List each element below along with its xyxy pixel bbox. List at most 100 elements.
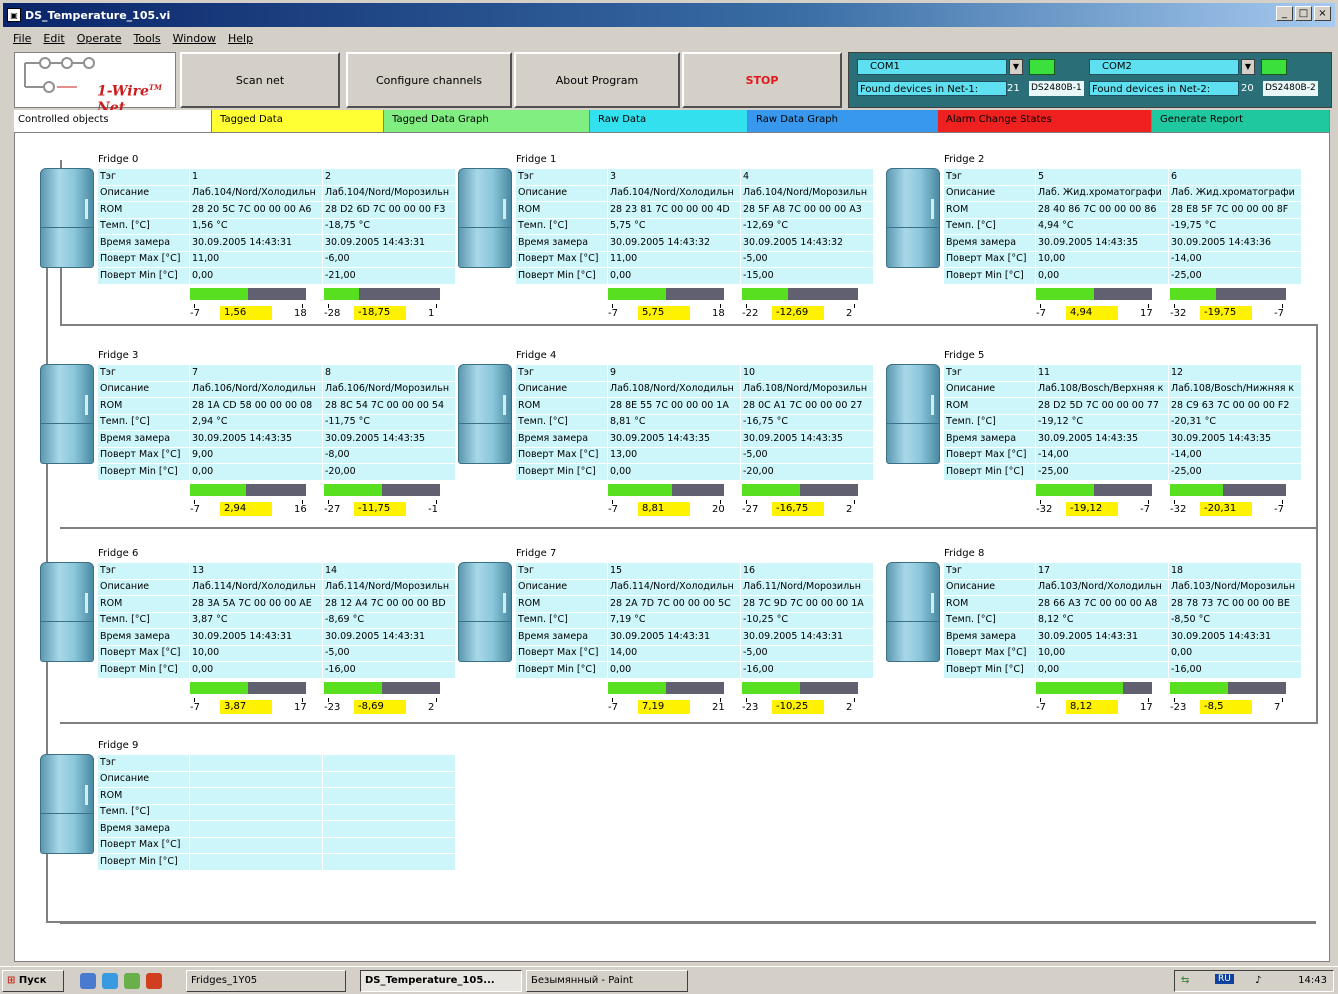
channel2-value[interactable]: Лаб.108/Bosch/Нижняя к xyxy=(1168,380,1302,398)
taskbar-item-ds-temperature[interactable]: DS_Temperature_105... xyxy=(360,970,522,992)
channel2-value[interactable]: 4 xyxy=(740,168,874,186)
channel1-value[interactable]: 0,00 xyxy=(1035,267,1169,285)
menu-operate[interactable]: Operate xyxy=(77,32,122,45)
channel1-value[interactable]: 7,19 °C xyxy=(607,611,741,629)
tray-volume-icon[interactable]: ♪ xyxy=(1255,975,1261,986)
channel1-value[interactable]: 28 66 A3 7C 00 00 00 A8 xyxy=(1035,595,1169,613)
channel1-value[interactable] xyxy=(189,820,323,838)
channel1-value[interactable]: 0,00 xyxy=(189,661,323,679)
channel1-value[interactable]: 10,00 xyxy=(1035,250,1169,268)
channel1-value[interactable] xyxy=(189,770,323,788)
menu-file[interactable]: File xyxy=(13,32,31,45)
channel2-value[interactable]: 28 12 A4 7C 00 00 00 BD xyxy=(322,595,456,613)
channel2-value[interactable]: -21,00 xyxy=(322,267,456,285)
channel1-value[interactable]: Лаб. Жид.хроматографи xyxy=(1035,184,1169,202)
channel2-value[interactable]: 28 0C A1 7C 00 00 00 27 xyxy=(740,397,874,415)
channel1-value[interactable]: 28 1A CD 58 00 00 00 08 xyxy=(189,397,323,415)
scan-net-button[interactable]: Scan net xyxy=(180,52,340,108)
tray-network-icon[interactable]: ⇆ xyxy=(1181,975,1189,986)
channel2-value[interactable]: 28 E8 5F 7C 00 00 00 8F xyxy=(1168,201,1302,219)
title-bar[interactable]: ▣ DS_Temperature_105.vi _ □ × xyxy=(3,3,1335,27)
channel1-value[interactable]: 2,94 °C xyxy=(189,413,323,431)
channel1-value[interactable]: 30.09.2005 14:43:32 xyxy=(607,234,741,252)
channel2-value[interactable]: 0,00 xyxy=(1168,644,1302,662)
channel2-value[interactable]: -5,00 xyxy=(740,446,874,464)
channel2-value[interactable]: Лаб.106/Nord/Морозильн xyxy=(322,380,456,398)
channel1-value[interactable]: 28 D2 5D 7C 00 00 00 77 xyxy=(1035,397,1169,415)
show-desktop-icon[interactable] xyxy=(80,973,96,989)
channel2-value[interactable]: -10,25 °C xyxy=(740,611,874,629)
channel1-value[interactable]: 30.09.2005 14:43:35 xyxy=(1035,234,1169,252)
configure-channels-button[interactable]: Configure channels xyxy=(346,52,512,108)
channel1-value[interactable]: 0,00 xyxy=(607,463,741,481)
channel2-value[interactable]: -14,00 xyxy=(1168,250,1302,268)
channel2-value[interactable]: -20,31 °C xyxy=(1168,413,1302,431)
channel2-value[interactable] xyxy=(322,787,456,805)
quicklaunch-icon[interactable] xyxy=(146,973,162,989)
channel2-value[interactable]: -18,75 °C xyxy=(322,217,456,235)
channel1-value[interactable]: 3,87 °C xyxy=(189,611,323,629)
channel2-value[interactable]: 30.09.2005 14:43:31 xyxy=(740,628,874,646)
channel1-value[interactable]: 0,00 xyxy=(607,661,741,679)
menu-window[interactable]: Window xyxy=(173,32,216,45)
tab-alarm-change-states[interactable]: Alarm Change States xyxy=(938,110,1152,132)
internet-explorer-icon[interactable] xyxy=(102,973,118,989)
channel2-value[interactable]: -16,00 xyxy=(322,661,456,679)
channel2-value[interactable]: Лаб. Жид.хроматографи xyxy=(1168,184,1302,202)
channel2-value[interactable]: -5,00 xyxy=(740,644,874,662)
channel2-value[interactable]: -25,00 xyxy=(1168,267,1302,285)
tab-raw-data[interactable]: Raw Data xyxy=(590,110,748,132)
start-button[interactable]: ⊞ Пуск xyxy=(2,970,64,992)
channel1-value[interactable]: 28 20 5C 7C 00 00 00 A6 xyxy=(189,201,323,219)
channel2-value[interactable]: -11,75 °C xyxy=(322,413,456,431)
channel1-value[interactable]: 4,94 °C xyxy=(1035,217,1169,235)
taskbar-item-paint[interactable]: Безымянный - Paint xyxy=(526,970,688,992)
channel1-value[interactable]: Лаб.108/Bosch/Верхняя к xyxy=(1035,380,1169,398)
channel1-value[interactable]: 5,75 °C xyxy=(607,217,741,235)
channel2-value[interactable]: 30.09.2005 14:43:35 xyxy=(740,430,874,448)
channel1-value[interactable]: -25,00 xyxy=(1035,463,1169,481)
channel2-value[interactable]: 12 xyxy=(1168,364,1302,382)
channel2-value[interactable]: Лаб.114/Nord/Морозильн xyxy=(322,578,456,596)
channel2-value[interactable]: -12,69 °C xyxy=(740,217,874,235)
channel1-value[interactable]: 13 xyxy=(189,562,323,580)
channel2-value[interactable]: 30.09.2005 14:43:35 xyxy=(322,430,456,448)
channel2-value[interactable] xyxy=(322,754,456,772)
channel1-value[interactable]: 0,00 xyxy=(189,267,323,285)
com2-dropdown-icon[interactable]: ▼ xyxy=(1241,59,1255,75)
channel2-value[interactable]: -5,00 xyxy=(322,644,456,662)
channel1-value[interactable]: Лаб.106/Nord/Холодильн xyxy=(189,380,323,398)
minimize-button[interactable]: _ xyxy=(1276,6,1293,21)
channel1-value[interactable]: 10,00 xyxy=(1035,644,1169,662)
channel1-value[interactable]: 14,00 xyxy=(607,644,741,662)
menu-edit[interactable]: Edit xyxy=(43,32,64,45)
channel1-value[interactable]: 28 23 81 7C 00 00 00 4D xyxy=(607,201,741,219)
channel1-value[interactable]: 9,00 xyxy=(189,446,323,464)
channel2-value[interactable]: -8,50 °C xyxy=(1168,611,1302,629)
about-program-button[interactable]: About Program xyxy=(514,52,680,108)
tab-raw-data-graph[interactable]: Raw Data Graph xyxy=(748,110,938,132)
channel1-value[interactable]: Лаб.108/Nord/Холодильн xyxy=(607,380,741,398)
channel2-value[interactable]: -5,00 xyxy=(740,250,874,268)
channel2-value[interactable] xyxy=(322,836,456,854)
channel1-value[interactable]: 13,00 xyxy=(607,446,741,464)
channel2-value[interactable]: -25,00 xyxy=(1168,463,1302,481)
channel2-value[interactable] xyxy=(322,853,456,871)
channel1-value[interactable]: Лаб.104/Nord/Холодильн xyxy=(189,184,323,202)
channel1-value[interactable]: 5 xyxy=(1035,168,1169,186)
channel2-value[interactable]: -15,00 xyxy=(740,267,874,285)
channel2-value[interactable]: 28 8C 54 7C 00 00 00 54 xyxy=(322,397,456,415)
channel2-value[interactable]: 28 5F A8 7C 00 00 00 A3 xyxy=(740,201,874,219)
channel2-value[interactable]: 2 xyxy=(322,168,456,186)
channel1-value[interactable]: 11,00 xyxy=(607,250,741,268)
channel1-value[interactable]: Лаб.114/Nord/Холодильн xyxy=(607,578,741,596)
channel2-value[interactable]: -8,00 xyxy=(322,446,456,464)
channel2-value[interactable]: -14,00 xyxy=(1168,446,1302,464)
channel2-value[interactable]: 28 78 73 7C 00 00 00 BE xyxy=(1168,595,1302,613)
channel1-value[interactable]: 30.09.2005 14:43:35 xyxy=(1035,430,1169,448)
tab-tagged-data-graph[interactable]: Tagged Data Graph xyxy=(384,110,590,132)
channel1-value[interactable] xyxy=(189,803,323,821)
channel1-value[interactable]: -14,00 xyxy=(1035,446,1169,464)
channel1-value[interactable]: 11,00 xyxy=(189,250,323,268)
quicklaunch-icon[interactable] xyxy=(124,973,140,989)
